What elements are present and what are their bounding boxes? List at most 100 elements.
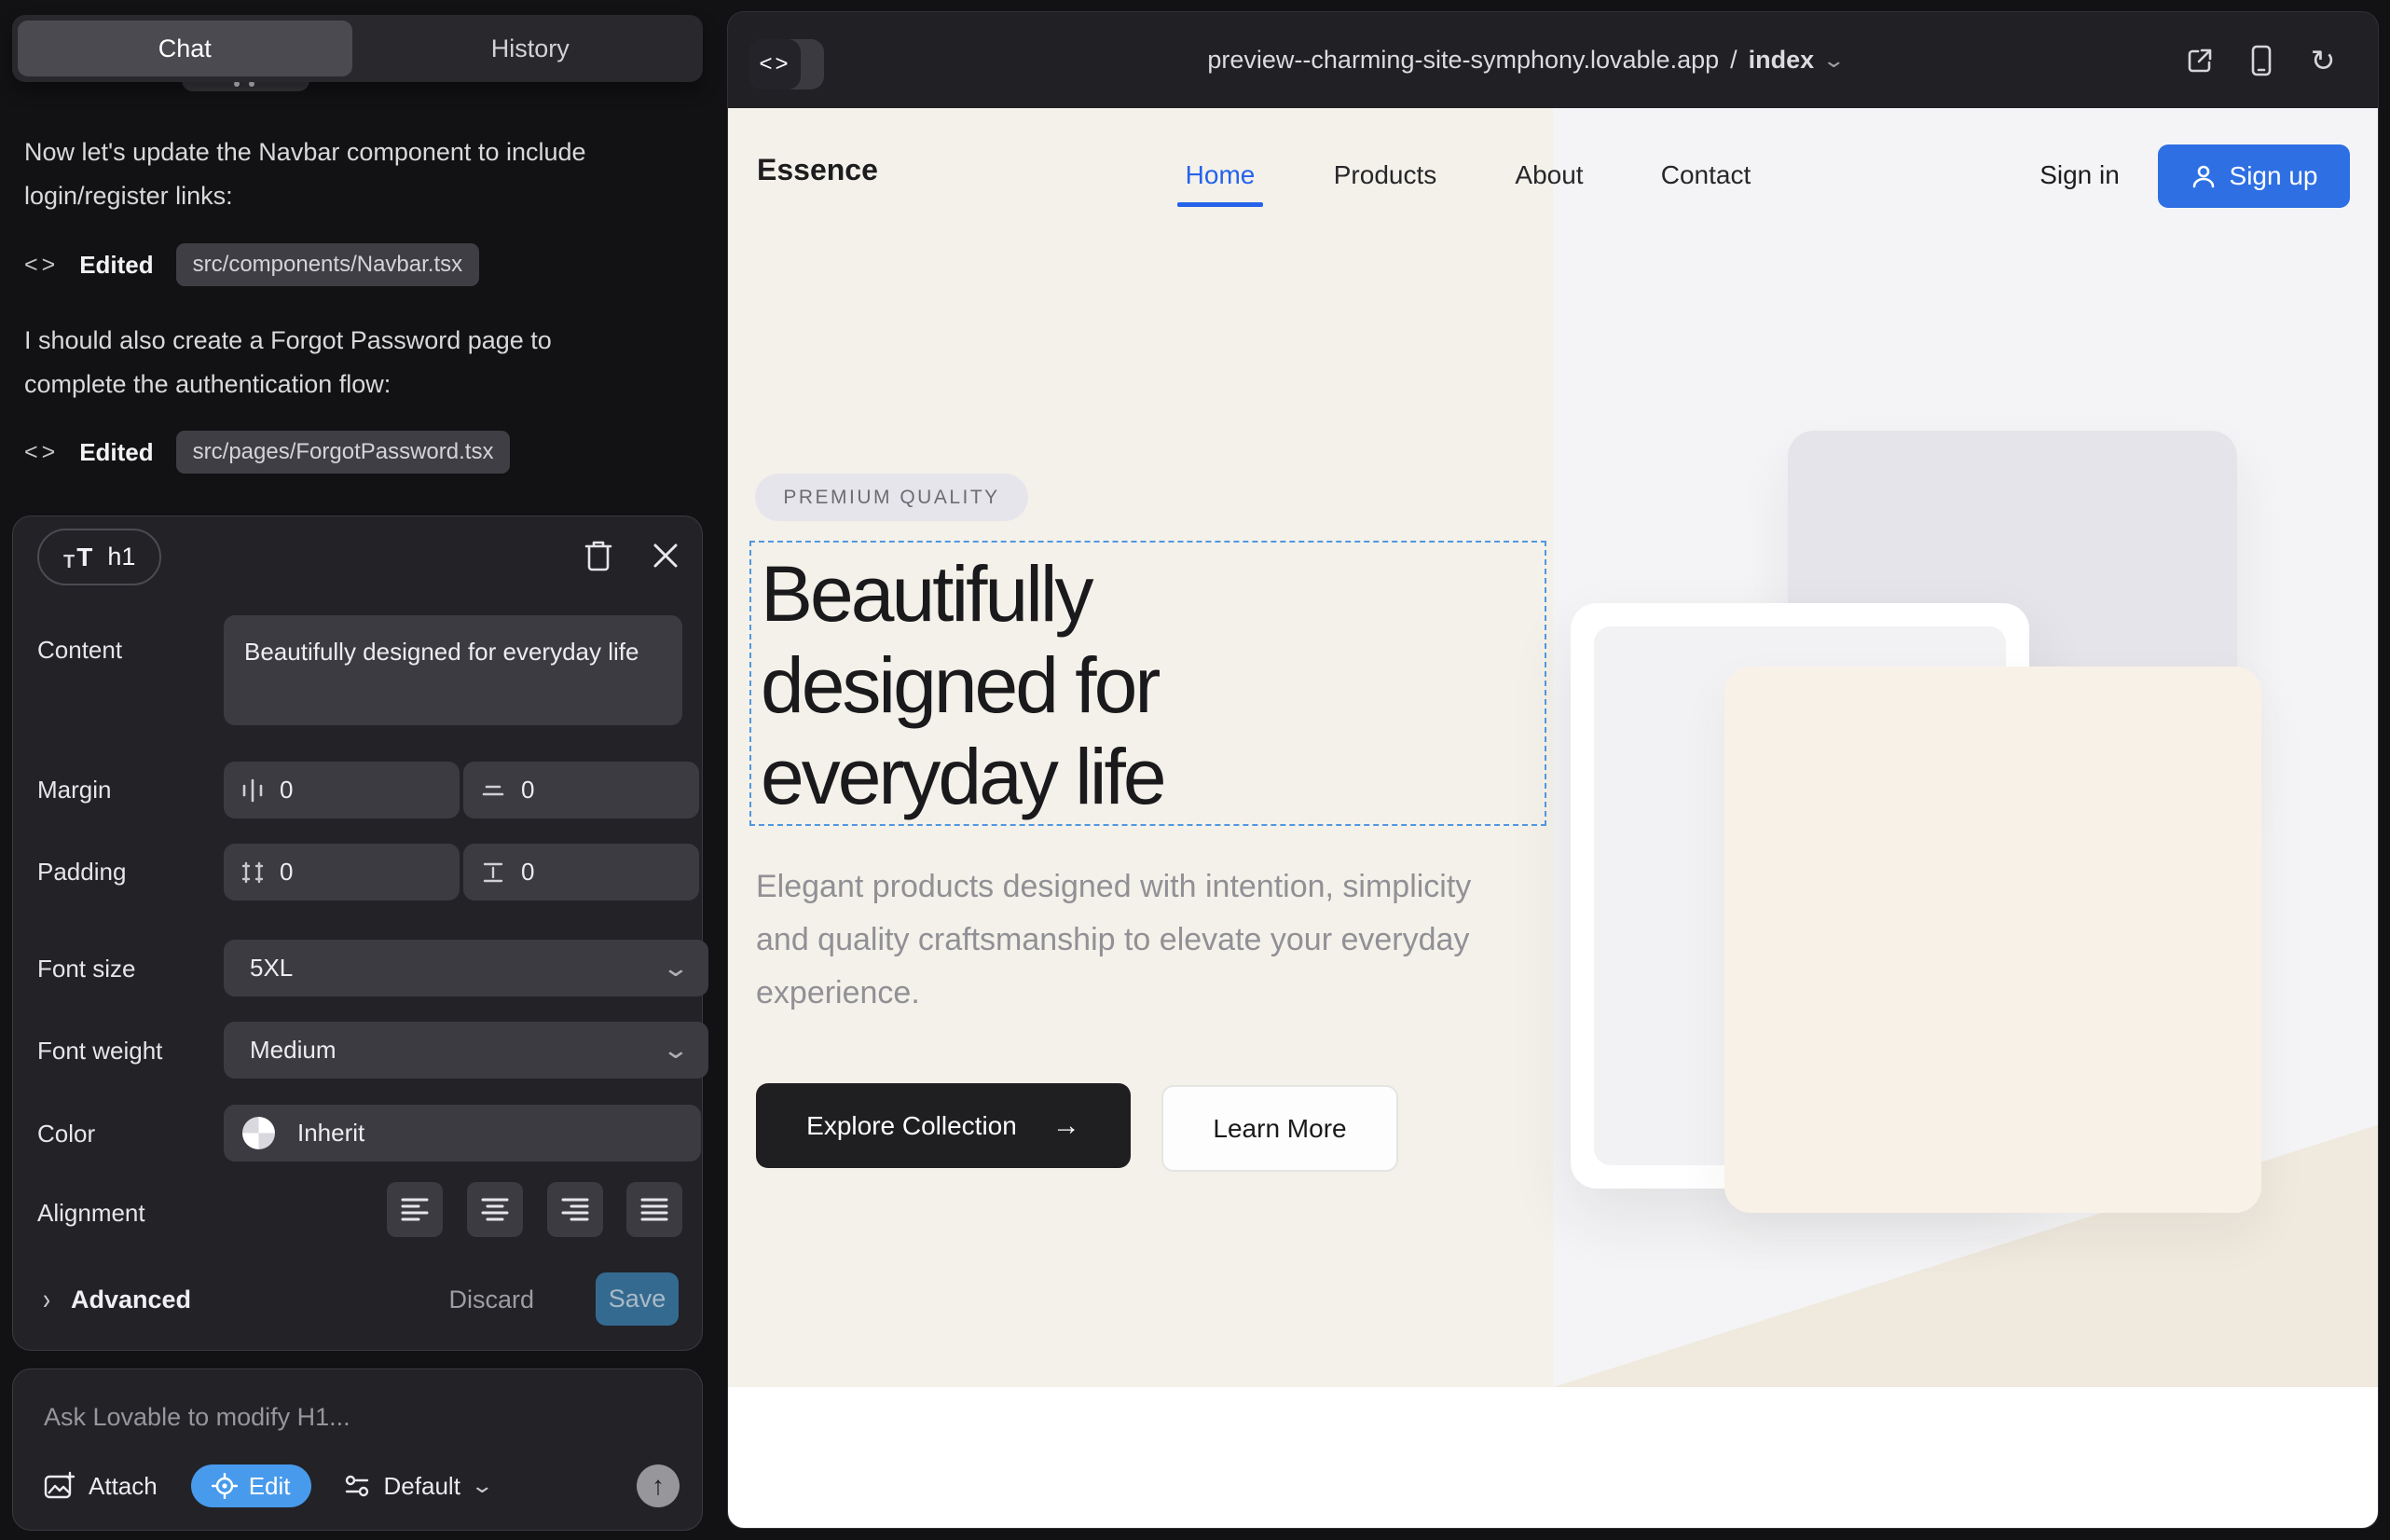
padding-x-value: 0	[280, 858, 293, 887]
site-logo[interactable]: Essence	[757, 153, 878, 187]
file-chip[interactable]: src/pages/ForgotPassword.tsx	[176, 431, 511, 474]
close-icon	[652, 542, 680, 570]
tab-chat[interactable]: Chat	[18, 21, 352, 76]
align-right-button[interactable]	[547, 1182, 603, 1237]
padding-label: Padding	[37, 858, 126, 887]
nav-link-home[interactable]: Home	[1186, 160, 1256, 190]
margin-horizontal-icon	[240, 777, 265, 804]
hero-description: Elegant products designed with intention…	[756, 860, 1511, 1020]
font-size-select[interactable]: 5XL ⌄	[224, 940, 708, 997]
sliders-icon	[343, 1473, 371, 1499]
font-weight-value: Medium	[250, 1036, 336, 1065]
margin-vertical-icon	[480, 778, 506, 803]
align-center-button[interactable]	[467, 1182, 523, 1237]
margin-x-value: 0	[280, 776, 293, 804]
advanced-label: Advanced	[71, 1286, 191, 1314]
color-value: Inherit	[297, 1119, 364, 1148]
refresh-icon: ↻	[2311, 43, 2336, 78]
element-editor-panel: T T h1 Content Beautifully designed for …	[12, 516, 703, 1351]
font-weight-label: Font weight	[37, 1037, 162, 1066]
arrow-right-icon: →	[1052, 1110, 1080, 1142]
file-chip[interactable]: src/components/Navbar.tsx	[176, 243, 479, 286]
assistant-message: Now let's update the Navbar component to…	[24, 131, 635, 218]
explore-label: Explore Collection	[806, 1111, 1017, 1141]
sign-in-link[interactable]: Sign in	[2040, 160, 2120, 190]
explore-collection-button[interactable]: Explore Collection →	[756, 1083, 1131, 1168]
user-icon	[2191, 163, 2217, 189]
refresh-button[interactable]: ↻	[2305, 43, 2341, 78]
content-label: Content	[37, 636, 122, 665]
nav-link-contact[interactable]: Contact	[1661, 160, 1751, 190]
code-toggle-segment[interactable]: <>	[749, 39, 801, 89]
edit-label: Edit	[249, 1472, 291, 1501]
edited-file-row: <> Edited src/components/Navbar.tsx	[24, 244, 479, 285]
open-external-button[interactable]	[2182, 43, 2218, 78]
prompt-input[interactable]: Ask Lovable to modify H1...	[44, 1403, 350, 1432]
selected-h1-outline[interactable]: Beautifully designed for everyday life	[749, 541, 1546, 826]
align-left-icon	[401, 1197, 429, 1223]
send-button[interactable]: ↑	[637, 1464, 680, 1507]
attach-label: Attach	[89, 1472, 158, 1501]
nav-link-products[interactable]: Products	[1334, 160, 1437, 190]
mobile-view-button[interactable]	[2244, 43, 2279, 78]
code-preview-toggle[interactable]: <>	[749, 39, 824, 89]
padding-horizontal-icon	[240, 859, 265, 886]
font-size-value: 5XL	[250, 954, 293, 983]
nav-link-about[interactable]: About	[1515, 160, 1583, 190]
align-right-icon	[561, 1197, 589, 1223]
url-separator: /	[1730, 46, 1738, 75]
external-link-icon	[2185, 46, 2215, 76]
padding-x-input[interactable]: 0	[224, 844, 460, 901]
mode-label: Default	[384, 1472, 460, 1501]
font-weight-select[interactable]: Medium ⌄	[224, 1022, 708, 1079]
learn-more-button[interactable]: Learn More	[1161, 1085, 1398, 1172]
edited-label: Edited	[79, 251, 153, 280]
chevron-down-icon: ⌄	[662, 954, 691, 983]
assistant-message: I should also create a Forgot Password p…	[24, 319, 635, 406]
element-tag-pill: T T h1	[37, 529, 161, 585]
align-left-button[interactable]	[387, 1182, 443, 1237]
target-icon	[212, 1473, 238, 1499]
content-field[interactable]: Beautifully designed for everyday life	[224, 615, 682, 725]
color-select[interactable]: Inherit	[224, 1105, 701, 1162]
advanced-toggle[interactable]: › Advanced	[43, 1286, 191, 1314]
arrow-up-icon: ↑	[652, 1471, 665, 1501]
code-icon: <>	[24, 252, 59, 279]
code-icon: <>	[24, 439, 59, 466]
url-path: index	[1749, 46, 1815, 75]
chevron-down-icon: ⌄	[662, 1036, 691, 1065]
chevron-down-icon: ⌄	[470, 1474, 494, 1498]
font-size-label: Font size	[37, 955, 136, 983]
margin-x-input[interactable]: 0	[224, 762, 460, 818]
attach-button[interactable]: Attach	[44, 1471, 158, 1501]
discard-button[interactable]: Discard	[448, 1286, 534, 1314]
padding-y-input[interactable]: 0	[463, 844, 699, 901]
quality-badge: PREMIUM QUALITY	[755, 474, 1028, 521]
delete-element-button[interactable]	[580, 537, 617, 574]
edited-file-row: <> Edited src/pages/ForgotPassword.tsx	[24, 432, 510, 473]
prompt-toolbar: Attach Edit	[44, 1464, 680, 1507]
chevron-down-icon: ⌄	[1821, 48, 1846, 73]
margin-y-input[interactable]: 0	[463, 762, 699, 818]
browser-actions: ↻	[2182, 12, 2341, 108]
edited-label: Edited	[79, 438, 153, 467]
color-label: Color	[37, 1120, 95, 1148]
smartphone-icon	[2250, 45, 2273, 76]
alignment-label: Alignment	[37, 1199, 145, 1228]
close-panel-button[interactable]	[647, 537, 684, 574]
url-bar[interactable]: preview--charming-site-symphony.lovable.…	[914, 12, 2136, 108]
margin-label: Margin	[37, 776, 111, 804]
browser-toolbar: <> preview--charming-site-symphony.lovab…	[728, 12, 2378, 108]
margin-y-value: 0	[521, 776, 534, 804]
trash-icon	[583, 539, 614, 572]
mode-select[interactable]: Default ⌄	[343, 1472, 491, 1501]
save-button[interactable]: Save	[596, 1272, 679, 1326]
decorative-card-cream	[1724, 667, 2261, 1213]
color-swatch	[242, 1117, 275, 1149]
code-icon: <>	[759, 51, 790, 77]
align-justify-button[interactable]	[626, 1182, 682, 1237]
preview-browser: <> preview--charming-site-symphony.lovab…	[727, 11, 2379, 1529]
sign-up-button[interactable]: Sign up	[2158, 144, 2350, 208]
tab-history[interactable]: History	[364, 21, 698, 76]
edit-mode-button[interactable]: Edit	[191, 1464, 311, 1507]
